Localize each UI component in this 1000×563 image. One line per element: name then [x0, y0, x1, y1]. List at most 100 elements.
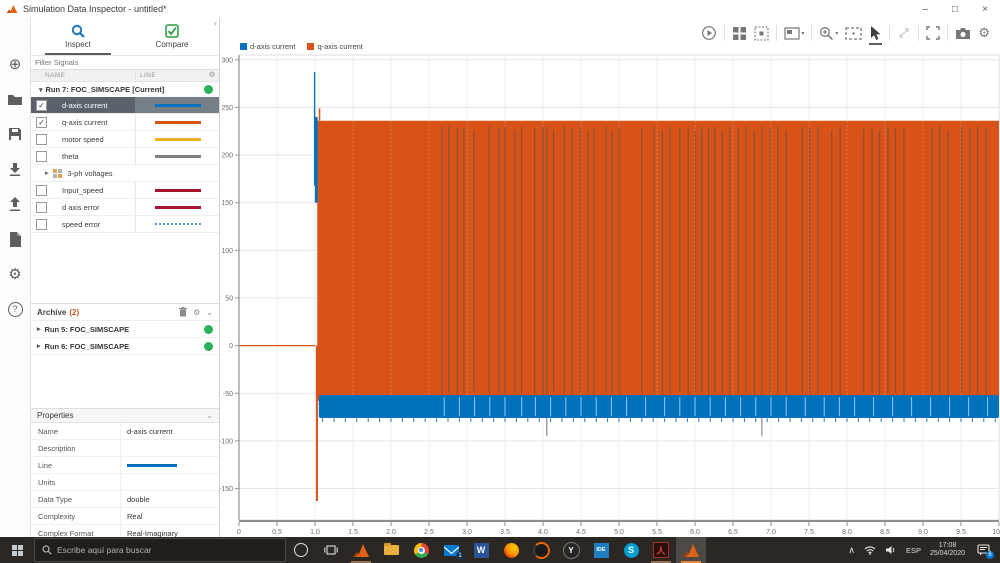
properties-header[interactable]: Properties ⌄ [31, 408, 219, 423]
signal-row[interactable]: ✓q-axis current [31, 114, 219, 131]
svg-text:8.5: 8.5 [880, 529, 890, 535]
signal-row[interactable]: theta [31, 148, 219, 165]
chart-settings-button[interactable]: ⚙ [978, 25, 990, 41]
left-toolbar: ⊕ ⚙ ? [0, 18, 31, 537]
data-cursors-button[interactable] [897, 26, 911, 40]
add-run-button[interactable]: ⊕ [5, 54, 25, 74]
signal-checkbox[interactable] [36, 134, 47, 145]
archive-run-row[interactable]: ▸Run 6: FOC_SIMSCAPE [31, 338, 219, 355]
import-button[interactable] [5, 159, 25, 179]
save-icon [8, 127, 22, 141]
taskbar-app-camera[interactable]: Y [556, 537, 586, 563]
help-button[interactable]: ? [5, 299, 25, 319]
inspect-magnifier-icon [71, 24, 85, 38]
taskbar-app-firefox[interactable] [496, 537, 526, 563]
taskbar-app-acrobat[interactable]: 人 [646, 537, 676, 563]
wifi-icon[interactable] [864, 545, 876, 555]
collapse-panel-icon[interactable]: ‹ [214, 18, 217, 28]
export-button[interactable] [5, 194, 25, 214]
svg-text:5.0: 5.0 [614, 529, 624, 535]
fit-to-view-button[interactable] [845, 27, 862, 40]
taskbar-search[interactable]: Escribe aquí para buscar [34, 538, 286, 562]
svg-text:9.0: 9.0 [918, 529, 928, 535]
plot-area[interactable]: -150-100-5005010015020025030000.51.01.52… [220, 48, 1000, 535]
taskbar-app-ide[interactable]: IDE [586, 537, 616, 563]
tab-inspect[interactable]: Inspect [31, 18, 125, 55]
report-button[interactable] [5, 229, 25, 249]
fullscreen-button[interactable] [926, 26, 940, 40]
signal-row[interactable]: speed error [31, 216, 219, 233]
save-button[interactable] [5, 124, 25, 144]
property-row: ComplexityReal [31, 508, 219, 525]
taskbar-app-recorder[interactable] [526, 537, 556, 563]
line-style-cell[interactable] [135, 216, 219, 232]
collapse-caret-icon[interactable]: ▾ [39, 86, 43, 94]
tab-compare[interactable]: Compare [125, 18, 219, 55]
cortana-button[interactable] [286, 537, 316, 563]
action-center-button[interactable]: 6 [974, 541, 992, 559]
line-style-cell[interactable] [135, 97, 219, 113]
taskbar-app-word[interactable]: W [466, 537, 496, 563]
taskbar-app-skype[interactable]: S [616, 537, 646, 563]
taskbar-app-chrome[interactable] [406, 537, 436, 563]
line-style-cell[interactable] [135, 199, 219, 215]
line-style-cell[interactable] [135, 131, 219, 147]
taskbar-app-matlab-sdi[interactable] [676, 537, 706, 563]
expand-caret-icon[interactable]: ▸ [37, 342, 41, 350]
signal-row[interactable]: ✓d-axis current [31, 97, 219, 114]
archive-collapse-icon[interactable]: ⌄ [206, 308, 213, 317]
taskbar-app-explorer[interactable] [376, 537, 406, 563]
replay-button[interactable] [701, 25, 717, 41]
expand-caret-icon[interactable]: ▸ [45, 169, 49, 177]
snapshot-camera-button[interactable] [955, 27, 971, 40]
clock[interactable]: 17:08 25/04/2020 [930, 542, 965, 559]
signal-row[interactable]: d axis error [31, 199, 219, 216]
archive-run-row[interactable]: ▸Run 5: FOC_SIMSCAPE [31, 321, 219, 338]
signal-checkbox[interactable] [36, 151, 47, 162]
signal-checkbox[interactable] [36, 185, 47, 196]
taskbar-app-mail[interactable]: 1 [436, 537, 466, 563]
search-placeholder: Escribe aquí para buscar [57, 545, 152, 555]
trash-icon[interactable] [179, 307, 187, 317]
signal-row[interactable]: motor speed [31, 131, 219, 148]
signal-checkbox[interactable] [36, 202, 47, 213]
tray-expand-chevron-icon[interactable]: ∧ [848, 545, 855, 556]
preferences-button[interactable]: ⚙ [5, 264, 25, 284]
signal-checkbox[interactable]: ✓ [36, 100, 47, 111]
start-button[interactable] [0, 537, 34, 563]
signal-checkbox[interactable]: ✓ [36, 117, 47, 128]
run-group-row[interactable]: ▾ Run 7: FOC_SIMSCAPE [Current] [31, 82, 219, 97]
expand-caret-icon[interactable]: ▸ [37, 325, 41, 333]
line-style-cell[interactable] [135, 182, 219, 198]
column-line-header[interactable]: LINE [135, 72, 219, 79]
column-name-header[interactable]: NAME [31, 72, 135, 79]
search-icon [42, 545, 52, 555]
chart-panel: ▾ ▾ [220, 18, 1000, 537]
line-style-cell[interactable] [135, 148, 219, 164]
volume-icon[interactable] [885, 545, 897, 555]
subplot-layout-button[interactable] [732, 26, 747, 41]
line-style-cell[interactable] [135, 114, 219, 130]
pointer-tool-button[interactable] [869, 26, 882, 41]
camera-icon [955, 27, 971, 40]
filter-signals-input[interactable] [31, 56, 219, 69]
signal-row[interactable]: Input_speed [31, 182, 219, 199]
signal-row[interactable]: ▸3-ph voltages [31, 165, 219, 182]
maximize-button[interactable]: □ [940, 0, 970, 18]
property-key: Description [31, 444, 120, 453]
close-button[interactable]: × [970, 0, 1000, 18]
properties-collapse-icon[interactable]: ⌄ [206, 411, 213, 420]
matlab-logo-icon [352, 543, 370, 558]
snapshot-view-button[interactable]: ▾ [784, 27, 804, 40]
signal-checkbox[interactable] [36, 219, 47, 230]
archive-header[interactable]: Archive (2) ⚙ ⌄ [31, 304, 219, 321]
task-view-button[interactable] [316, 537, 346, 563]
merge-layout-button[interactable] [754, 26, 769, 41]
column-settings-gear-icon[interactable]: ⚙ [208, 70, 216, 79]
taskbar-app-matlab[interactable] [346, 537, 376, 563]
archive-gear-icon[interactable]: ⚙ [193, 308, 200, 317]
open-button[interactable] [5, 89, 25, 109]
minimize-button[interactable]: – [910, 0, 940, 18]
language-indicator[interactable]: ESP [906, 546, 921, 555]
zoom-tool-button[interactable]: ▾ [819, 26, 838, 41]
